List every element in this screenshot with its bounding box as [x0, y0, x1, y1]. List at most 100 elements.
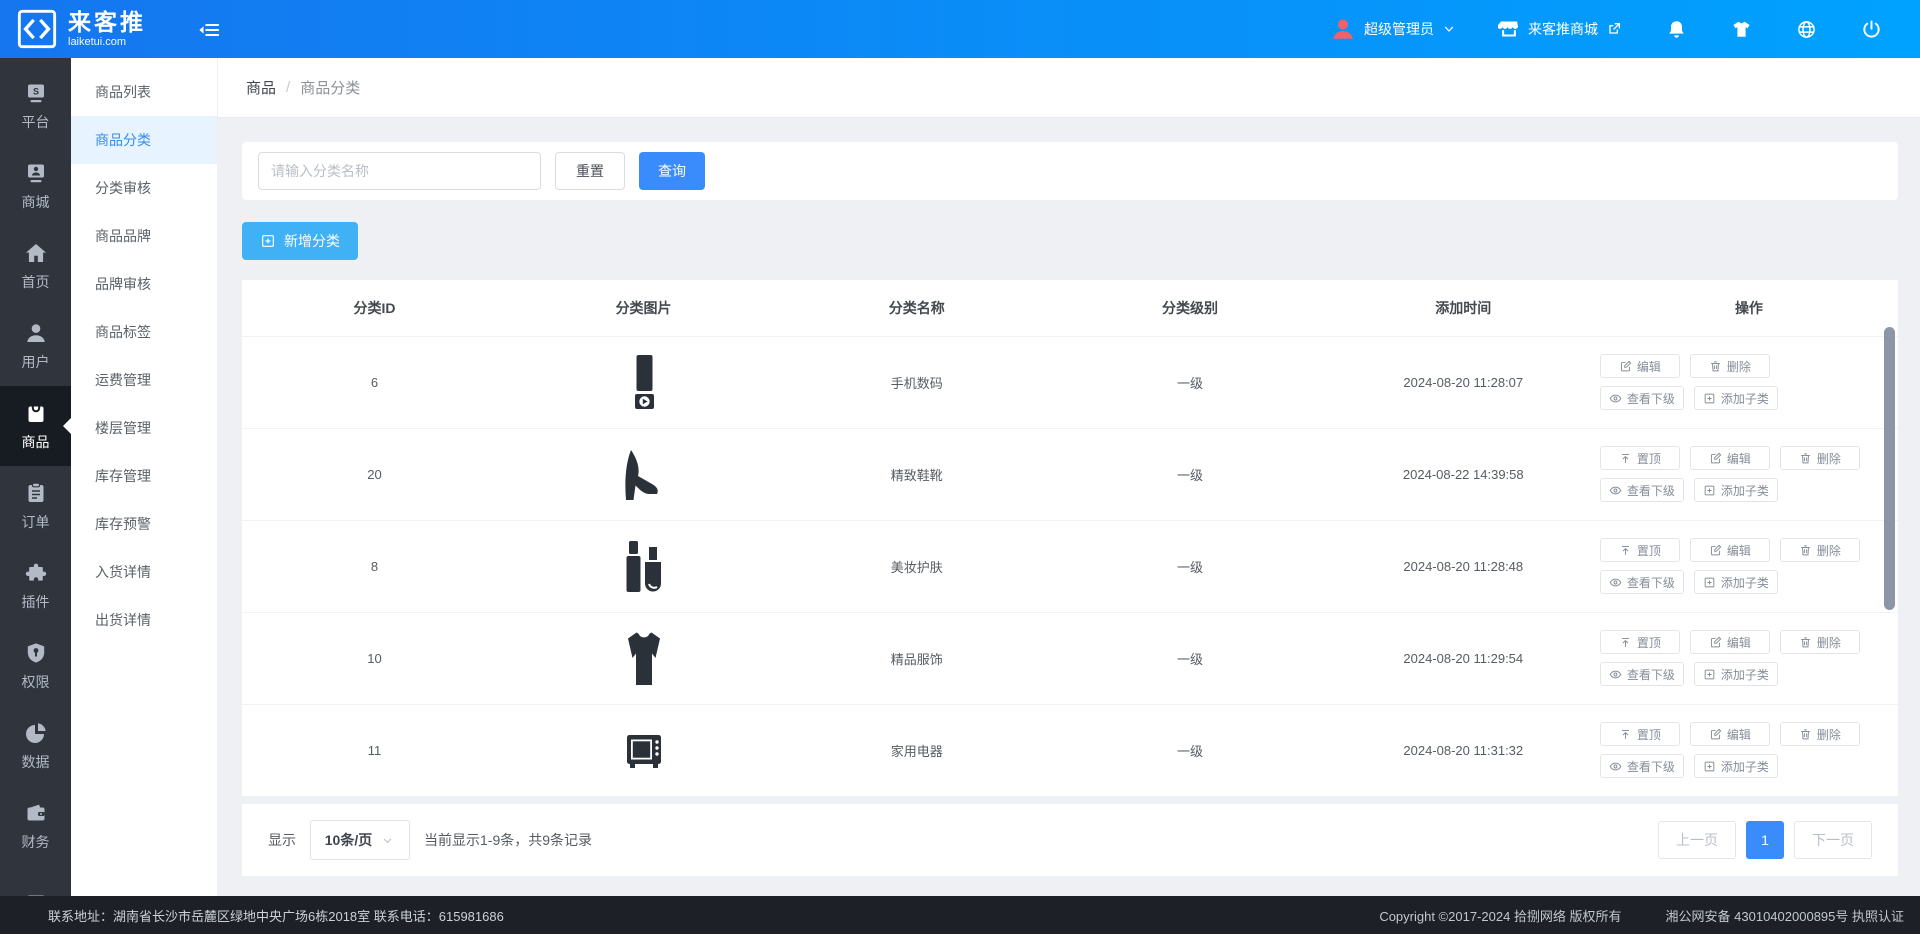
cell-actions: 置顶编辑删除查看下级添加子类: [1600, 704, 1898, 796]
reset-button[interactable]: 重置: [555, 152, 625, 190]
submenu-item-label: 商品标签: [95, 322, 151, 342]
cell-added-time: 2024-08-20 11:31:32: [1327, 704, 1600, 796]
plus-box-icon: [1703, 668, 1716, 681]
view-children-button[interactable]: 查看下级: [1600, 478, 1684, 502]
delete-button[interactable]: 删除: [1780, 722, 1860, 746]
sidebar-item-user[interactable]: 用户: [0, 306, 71, 386]
notifications-button[interactable]: [1666, 19, 1687, 40]
submenu-item-label: 楼层管理: [95, 418, 151, 438]
breadcrumb-parent[interactable]: 商品: [246, 77, 276, 98]
submenu-item-10[interactable]: 入货详情: [71, 548, 217, 596]
cell-category-name: 美妆护肤: [780, 520, 1053, 612]
footer-address: 联系地址：湖南省长沙市岳麓区绿地中央广场6栋2018室 联系电话：6159816…: [48, 906, 504, 925]
cell-added-time: 2024-08-22 14:39:58: [1327, 428, 1600, 520]
current-page-button[interactable]: 1: [1746, 821, 1784, 859]
submenu-item-3[interactable]: 商品品牌: [71, 212, 217, 260]
top-button[interactable]: 置顶: [1600, 722, 1680, 746]
submenu-item-6[interactable]: 运费管理: [71, 356, 217, 404]
view-children-button[interactable]: 查看下级: [1600, 754, 1684, 778]
table-scrollbar[interactable]: [1884, 327, 1895, 610]
add-child-button[interactable]: 添加子类: [1694, 478, 1778, 502]
footer-police-record[interactable]: 湘公网安备 43010402000895号 执照认证: [1666, 906, 1904, 925]
table-row: 6手机数码一级2024-08-20 11:28:07编辑删除查看下级添加子类: [242, 336, 1898, 428]
sidebar-item-gallery[interactable]: [0, 866, 71, 896]
view-children-button[interactable]: 查看下级: [1600, 570, 1684, 594]
top-button[interactable]: 置顶: [1600, 538, 1680, 562]
view-children-button[interactable]: 查看下级: [1600, 386, 1684, 410]
submenu-item-0[interactable]: 商品列表: [71, 68, 217, 116]
add-child-button[interactable]: 添加子类: [1694, 386, 1778, 410]
add-category-label: 新增分类: [284, 231, 340, 251]
delete-button[interactable]: 删除: [1780, 538, 1860, 562]
trash-icon: [1799, 544, 1812, 557]
submenu-item-label: 商品分类: [95, 130, 151, 150]
sidebar-item-data[interactable]: 数据: [0, 706, 71, 786]
trash-icon: [1799, 636, 1812, 649]
breadcrumb: 商品 / 商品分类: [218, 58, 1920, 118]
add-category-button[interactable]: 新增分类: [242, 222, 358, 260]
sidebar-item-home[interactable]: 首页: [0, 226, 71, 306]
submenu-item-4[interactable]: 品牌审核: [71, 260, 217, 308]
top-button[interactable]: 置顶: [1600, 630, 1680, 654]
plus-box-icon: [1703, 392, 1716, 405]
cell-category-level: 一级: [1053, 704, 1326, 796]
cell-category-image: [507, 520, 780, 612]
submenu-item-9[interactable]: 库存预警: [71, 500, 217, 548]
trash-icon: [1799, 728, 1812, 741]
shop-front-button[interactable]: [1731, 19, 1752, 40]
next-page-button[interactable]: 下一页: [1794, 821, 1872, 859]
category-name-input[interactable]: [258, 152, 541, 190]
edit-button[interactable]: 编辑: [1600, 354, 1680, 378]
submenu-item-7[interactable]: 楼层管理: [71, 404, 217, 452]
column-header-name: 分类名称: [780, 280, 1053, 336]
tshirt-icon: [1731, 19, 1752, 40]
sidebar-item-auth[interactable]: 权限: [0, 626, 71, 706]
edit-button[interactable]: 编辑: [1690, 630, 1770, 654]
brand-brackets-icon: [16, 8, 58, 50]
column-header-time: 添加时间: [1327, 280, 1600, 336]
cell-category-image: [507, 428, 780, 520]
app-logo[interactable]: 来客推 laiketui.com: [0, 8, 146, 50]
sidebar-item-label: 用户: [22, 352, 50, 372]
page-size-select[interactable]: 10条/页: [310, 820, 410, 860]
shop-link[interactable]: 来客推商城: [1498, 18, 1622, 40]
edit-button[interactable]: 编辑: [1690, 538, 1770, 562]
submenu-item-2[interactable]: 分类审核: [71, 164, 217, 212]
collapse-menu-icon: [198, 28, 220, 45]
cat-microwave-icon: [616, 742, 672, 757]
view-children-button[interactable]: 查看下级: [1600, 662, 1684, 686]
logout-button[interactable]: [1861, 19, 1882, 40]
submenu-item-11[interactable]: 出货详情: [71, 596, 217, 644]
edit-button[interactable]: 编辑: [1690, 446, 1770, 470]
cell-actions: 置顶编辑删除查看下级添加子类: [1600, 428, 1898, 520]
collapse-sidebar-button[interactable]: [198, 16, 224, 42]
sidebar-item-order[interactable]: 订单: [0, 466, 71, 546]
sidebar-item-finance[interactable]: 财务: [0, 786, 71, 866]
svg-text:S: S: [32, 86, 38, 96]
user-menu[interactable]: 超级管理员: [1330, 16, 1456, 42]
add-child-button[interactable]: 添加子类: [1694, 570, 1778, 594]
delete-button[interactable]: 删除: [1780, 446, 1860, 470]
language-button[interactable]: [1796, 19, 1817, 40]
prev-page-button[interactable]: 上一页: [1658, 821, 1736, 859]
footer-bar: 联系地址：湖南省长沙市岳麓区绿地中央广场6栋2018室 联系电话：6159816…: [0, 896, 1920, 934]
sidebar-item-goods[interactable]: 商品: [0, 386, 71, 466]
delete-button[interactable]: 删除: [1780, 630, 1860, 654]
top-button[interactable]: 置顶: [1600, 446, 1680, 470]
sidebar-item-platform[interactable]: S平台: [0, 66, 71, 146]
add-child-button[interactable]: 添加子类: [1694, 662, 1778, 686]
search-button[interactable]: 查询: [639, 152, 705, 190]
cell-category-image: [507, 336, 780, 428]
sidebar-item-mall[interactable]: 商城: [0, 146, 71, 226]
pie-icon: [24, 721, 48, 745]
edit-button[interactable]: 编辑: [1690, 722, 1770, 746]
delete-button[interactable]: 删除: [1690, 354, 1770, 378]
sidebar-item-plugin[interactable]: 插件: [0, 546, 71, 626]
add-child-button[interactable]: 添加子类: [1694, 754, 1778, 778]
eye-icon: [1609, 576, 1622, 589]
submenu-item-8[interactable]: 库存管理: [71, 452, 217, 500]
submenu-item-5[interactable]: 商品标签: [71, 308, 217, 356]
page-size-label: 显示: [268, 830, 296, 850]
submenu-item-1[interactable]: 商品分类: [71, 116, 217, 164]
logo-subtitle: laiketui.com: [68, 37, 146, 48]
